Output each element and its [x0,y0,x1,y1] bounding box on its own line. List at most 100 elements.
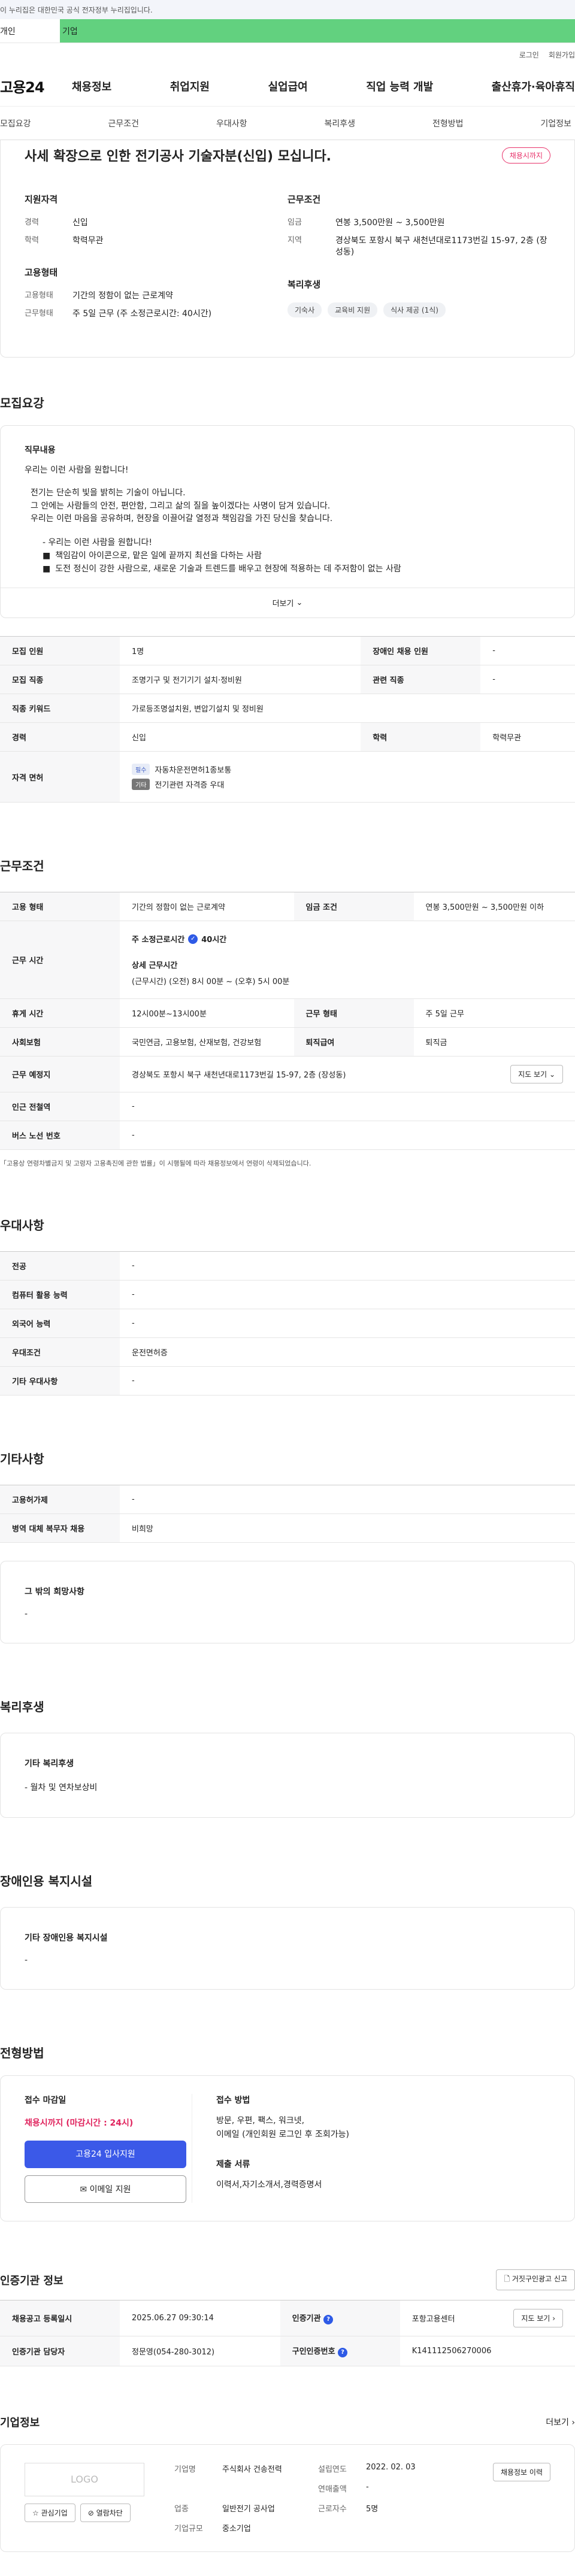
subnav-company[interactable]: 기업정보 [540,117,571,129]
break-key: 휴게 시간 [0,998,120,1028]
career-key: 경력 [25,218,39,227]
info-icon[interactable]: ? [323,2314,334,2324]
wage-cond-key: 임금 조건 [293,892,414,922]
wish-value: - [25,1609,28,1620]
check-icon: ✓ [188,934,198,944]
company-more-link[interactable]: 더보기 › [546,2416,575,2428]
retire-value: 퇴직금 [413,1027,575,1057]
welfare-label: 복리후생 [288,279,321,290]
subnav-preferences[interactable]: 우대사항 [216,117,247,129]
detail-hours-label: 상세 근무시간 [132,961,178,971]
required-tag: 필수 [132,764,150,776]
weekly-hours: 주 소정근로시간 ✓ 40시간 [132,933,563,945]
main-navigation: 고용24 채용정보 취업지원 실업급여 직업 능력 개발 출산휴가·육아휴직 [0,66,575,107]
gnb-item-unemployment[interactable]: 실업급여 [268,78,308,94]
lang-value: - [120,1309,575,1339]
major-key: 전공 [0,1251,120,1281]
optional-tag: 기타 [132,779,150,791]
count-value: 1명 [120,636,361,666]
tab-company[interactable]: 기업 [60,19,575,43]
major-value: - [120,1251,575,1281]
keyword-value: 가로등조명설치원, 변압기설치 및 정비원 [120,694,575,724]
career-row-value: 신입 [120,722,361,752]
login-link[interactable]: 로그인 [519,50,539,60]
gnb-item-training[interactable]: 직업 능력 개발 [366,78,433,94]
signup-link[interactable]: 회원가입 [549,50,575,60]
emp-value: 기간의 정함이 없는 근로계약 [120,892,294,922]
subnav-recruit[interactable]: 모집요강 [0,117,31,129]
info-icon[interactable]: ? [338,2347,348,2357]
other-table: 고용허가제 - 병역 대체 복무자 채용 비희망 [0,1485,575,1543]
user-type-tabs: 개인 기업 [0,19,575,43]
gnb-item-employment-support[interactable]: 취업지원 [170,78,210,94]
agency-map-label: 지도 보기 [521,2314,550,2323]
duty-label: 직무내용 [25,446,56,456]
block-label: 열람차단 [96,2508,123,2517]
related-key: 관련 직종 [361,665,481,695]
weekly-hours-value: 40시간 [201,936,227,945]
welfare-chip: 식사 제공 (1식) [383,302,446,317]
report-button[interactable]: 🗋 거짓구인광고 신고 [496,2269,575,2291]
apply-button[interactable]: 고용24 입사지원 [25,2141,186,2169]
block-button[interactable]: ⊘ 열람차단 [80,2503,131,2522]
deadline-label: 접수 마감일 [25,2096,66,2106]
disabled-value: - [480,636,575,666]
lang-key: 외국어 능력 [0,1309,120,1339]
reemp-key: 고용허가제 [0,1485,120,1515]
pref-etc-value: - [120,1366,575,1396]
bullet-icon: ■ [43,550,51,561]
type-key: 근무 형태 [293,998,414,1028]
work-type-value: 주 5일 근무 (주 소정근로시간: 40시간) [72,308,212,319]
manager-key: 인증기관 담당자 [0,2336,120,2366]
pref-section-title: 우대사항 [0,1218,44,1233]
map-view-button[interactable]: 지도 보기 ⌄ [510,1065,563,1084]
duty-bullet: 책임감이 아이콘으로, 맡은 일에 끝까지 최선을 다하는 사람 [55,550,262,561]
disability-box: 기타 장애인용 복지시설 - [0,1907,575,1990]
more-button[interactable]: 더보기 ⌄ [1,588,574,617]
career-row-key: 경력 [0,722,120,752]
recruit-info-table: 모집 인원 1명 장애인 채용 인원 - 모집 직종 조명기구 및 전기기기 설… [0,636,575,803]
subway-key: 인근 전철역 [0,1092,120,1122]
reg-value: 2025.06.27 09:30:14 [120,2300,280,2337]
num-value: K141112506270006 [400,2336,575,2366]
retire-key: 퇴직급여 [293,1027,414,1057]
tab-personal[interactable]: 개인 [0,19,60,43]
subnav-welfare[interactable]: 복리후생 [324,117,355,129]
industry-value: 일반전기 공사업 [222,2504,275,2514]
qualification-label: 지원자격 [25,194,58,205]
welfare-section-title: 복리후생 [0,1700,44,1715]
gnb-item-jobs[interactable]: 채용정보 [72,78,111,94]
count-key: 모집 인원 [0,636,120,666]
subway-value: - [120,1092,575,1122]
welfare-chip: 교육비 지원 [328,302,378,317]
method-label: 접수 방법 [216,2096,250,2106]
pref-cond-key: 우대조건 [0,1337,120,1367]
duty-paragraph: 전기는 단순히 빛을 밝히는 기술이 아닙니다. 그 안에는 사람들의 안전, … [31,488,333,524]
duty-description-card: 직무내용 우리는 이런 사람을 원합니다! 전기는 단순히 빛을 밝히는 기술이… [0,425,575,619]
interest-button[interactable]: ☆ 관심기업 [25,2503,75,2522]
subnav-conditions[interactable]: 근무조건 [108,117,139,129]
gov-notice-bar: 이 누리집은 대한민국 공식 전자정부 누리집입니다. [0,0,575,19]
subnav-selection[interactable]: 전형방법 [432,117,464,129]
wage-value: 연봉 3,500만원 ~ 3,500만원 [335,218,445,228]
job-history-button[interactable]: 채용정보 이력 [492,2462,550,2481]
work-type-key: 근무형태 [25,308,53,318]
pref-cond-value: 운전면허증 [120,1337,575,1367]
num-key: 구인인증번호 ? [280,2336,400,2366]
num-key-label: 구인인증번호 [292,2347,335,2357]
duty-bullet: 도전 정신이 강한 사람으로, 새로운 기술과 트렌드를 배우고 현장에 적용하… [55,564,401,574]
agency-map-button[interactable]: 지도 보기 › [513,2309,563,2328]
sales-value: - [366,2482,369,2492]
gnb-item-parental-leave[interactable]: 출산휴가·육아휴직 [492,78,575,94]
gov-notice-text: 이 누리집은 대한민국 공식 전자정부 누리집입니다. [0,5,153,14]
disability-label: 기타 장애인용 복지시설 [25,1933,108,1944]
region-value: 경상북도 포항시 북구 새천년대로1173번길 15-97, 2층 (장성동) [335,235,547,258]
email-apply-button[interactable]: ✉ 이메일 지원 [25,2175,186,2203]
site-logo[interactable]: 고용24 [0,75,72,96]
org-key: 인증기관 ? [280,2300,400,2337]
conditions-section-title: 근무조건 [0,859,44,874]
scale-value: 중소기업 [222,2524,251,2533]
section-subnav: 모집요강 근무조건 우대사항 복리후생 전형방법 기업정보 [0,107,575,140]
license-key: 자격 면허 [0,751,120,803]
docs-label: 제출 서류 [216,2159,250,2169]
